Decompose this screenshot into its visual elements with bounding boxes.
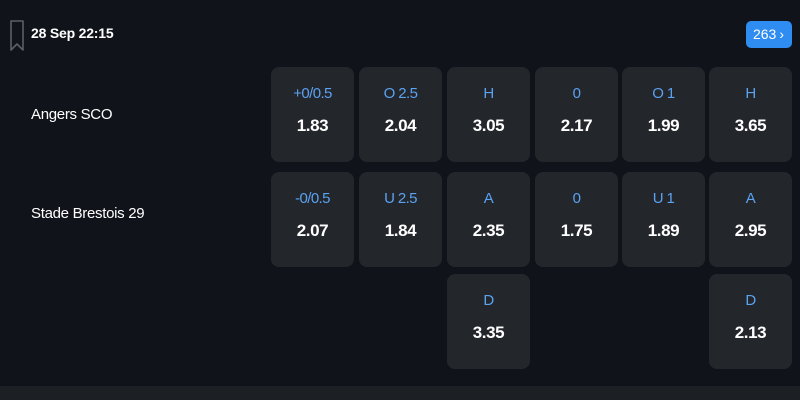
odds-cell-halftime-away[interactable]: A 2.95 <box>709 172 792 267</box>
odds-label: U 2.5 <box>384 190 417 207</box>
odds-value: 2.13 <box>734 323 767 342</box>
odds-label: D <box>483 292 494 309</box>
odds-cell-halftime-home[interactable]: H 3.65 <box>709 67 792 162</box>
odds-value: 1.89 <box>647 221 680 240</box>
odds-cell-halftime-handicap-away[interactable]: 0 1.75 <box>535 172 618 267</box>
odds-value: 3.65 <box>734 116 767 135</box>
odds-cell-halftime-draw[interactable]: D 2.13 <box>709 274 792 369</box>
odds-value: 2.07 <box>296 221 329 240</box>
match-header: 28 Sep 22:15 263 › <box>0 0 800 60</box>
odds-value: 2.35 <box>472 221 505 240</box>
odds-cell-handicap-away[interactable]: -0/0.5 2.07 <box>271 172 354 267</box>
odds-cell-handicap-home[interactable]: +0/0.5 1.83 <box>271 67 354 162</box>
more-markets-button[interactable]: 263 › <box>745 21 792 48</box>
match-datetime: 28 Sep 22:15 <box>31 25 114 41</box>
odds-value: 1.84 <box>384 221 417 240</box>
odds-label: O 2.5 <box>383 85 418 102</box>
odds-cell-halftime-under-1[interactable]: U 1 1.89 <box>622 172 705 267</box>
odds-value: 3.35 <box>472 323 505 342</box>
odds-label: 0 <box>572 85 581 102</box>
odds-label: 0 <box>572 190 581 207</box>
odds-label: H <box>483 85 494 102</box>
odds-label: H <box>745 85 756 102</box>
odds-value: 1.99 <box>647 116 680 135</box>
bookmark-icon[interactable] <box>9 20 25 52</box>
odds-label: O 1 <box>652 85 675 102</box>
home-team-name: Angers SCO <box>31 106 113 123</box>
odds-value: 1.75 <box>560 221 593 240</box>
odds-cell-fulltime-draw[interactable]: D 3.35 <box>447 274 530 369</box>
chevron-right-icon: › <box>779 25 784 42</box>
odds-label: D <box>745 292 756 309</box>
odds-value: 1.83 <box>296 116 329 135</box>
odds-value: 2.95 <box>734 221 767 240</box>
bottom-divider <box>0 386 800 400</box>
markets-count: 263 <box>752 26 777 42</box>
odds-cell-halftime-over-1[interactable]: O 1 1.99 <box>622 67 705 162</box>
odds-label: -0/0.5 <box>295 190 330 207</box>
away-team-name: Stade Brestois 29 <box>31 205 145 222</box>
odds-cell-under-2-5[interactable]: U 2.5 1.84 <box>359 172 442 267</box>
odds-label: +0/0.5 <box>293 85 332 102</box>
odds-value: 2.04 <box>384 116 417 135</box>
odds-cell-over-2-5[interactable]: O 2.5 2.04 <box>359 67 442 162</box>
odds-label: A <box>483 190 494 207</box>
odds-value: 2.17 <box>560 116 593 135</box>
odds-cell-fulltime-away[interactable]: A 2.35 <box>447 172 530 267</box>
odds-cell-fulltime-home[interactable]: H 3.05 <box>447 67 530 162</box>
odds-label: U 1 <box>652 190 675 207</box>
odds-label: A <box>745 190 756 207</box>
odds-value: 3.05 <box>472 116 505 135</box>
odds-cell-halftime-handicap-home[interactable]: 0 2.17 <box>535 67 618 162</box>
